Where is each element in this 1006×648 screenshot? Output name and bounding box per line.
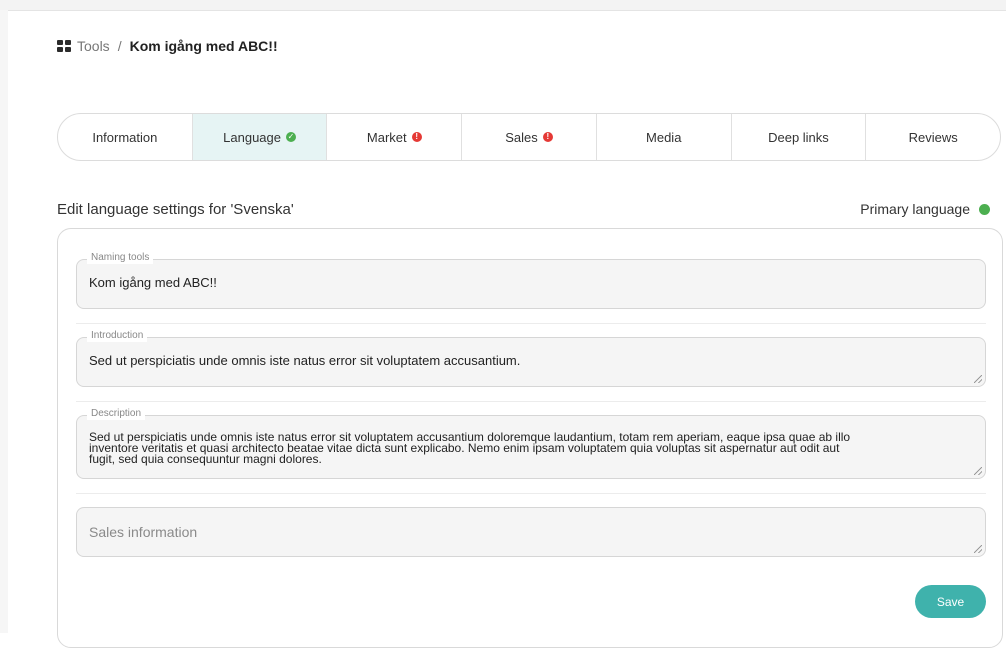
tab-label: Information (92, 129, 158, 145)
left-gutter (0, 10, 8, 633)
resize-handle-icon[interactable] (974, 467, 982, 475)
description-line: fugit, sed quia consequuntur magni dolor… (89, 452, 322, 466)
naming-tools-field[interactable]: Naming tools Kom igång med ABC!! (76, 252, 986, 309)
description-label: Description (87, 408, 146, 420)
tab-market[interactable]: Market ! (327, 114, 463, 160)
section-title: Edit language settings for 'Svenska' (57, 201, 294, 218)
tab-reviews[interactable]: Reviews (866, 114, 1000, 160)
introduction-label: Introduction (87, 330, 148, 342)
resize-handle-icon[interactable] (974, 375, 982, 383)
resize-handle-icon[interactable] (974, 545, 982, 553)
sales-information-placeholder: Sales information (89, 524, 198, 540)
language-settings-card: Naming tools Kom igång med ABC!! Introdu… (57, 228, 1003, 648)
tab-sales[interactable]: Sales ! (462, 114, 597, 160)
breadcrumb: Tools / Kom igång med ABC!! (57, 37, 278, 55)
sales-information-field[interactable]: Sales information (76, 507, 986, 557)
tab-label: Reviews (908, 129, 958, 145)
status-dot-icon (979, 203, 990, 215)
tab-media[interactable]: Media (597, 114, 732, 160)
tab-deep-links[interactable]: Deep links (732, 114, 867, 160)
introduction-value: Sed ut perspiciatis unde omnis iste natu… (89, 353, 521, 368)
description-field[interactable]: Description Sed ut perspiciatis unde omn… (76, 408, 986, 479)
naming-tools-label: Naming tools (87, 252, 154, 264)
check-circle-icon: ✓ (286, 132, 296, 142)
tab-label: Media (646, 129, 682, 145)
description-value: Sed ut perspiciatis unde omnis iste natu… (77, 416, 985, 465)
tab-label: Sales (505, 129, 538, 145)
top-strip (0, 0, 1006, 11)
save-button[interactable]: Save (915, 585, 986, 618)
tab-label: Deep links (768, 129, 829, 145)
divider (76, 401, 986, 402)
primary-language-indicator: Primary language (860, 201, 990, 217)
tab-information[interactable]: Information (58, 114, 193, 160)
grid-icon (57, 40, 71, 52)
divider (76, 493, 986, 494)
tab-language[interactable]: Language ✓ (192, 114, 328, 160)
breadcrumb-tools-link[interactable]: Tools (77, 38, 110, 54)
tab-label: Language (223, 129, 281, 145)
breadcrumb-separator: / (117, 38, 122, 54)
alert-circle-icon: ! (542, 132, 553, 142)
primary-language-label: Primary language (860, 201, 970, 217)
tab-label: Market (366, 129, 407, 145)
naming-tools-value: Kom igång med ABC!! (89, 275, 217, 290)
tab-bar: Information Language ✓ Market ! Sales ! … (57, 113, 1001, 161)
introduction-field[interactable]: Introduction Sed ut perspiciatis unde om… (76, 330, 986, 387)
breadcrumb-current: Kom igång med ABC!! (129, 38, 278, 54)
alert-circle-icon: ! (411, 132, 422, 142)
divider (76, 323, 986, 324)
